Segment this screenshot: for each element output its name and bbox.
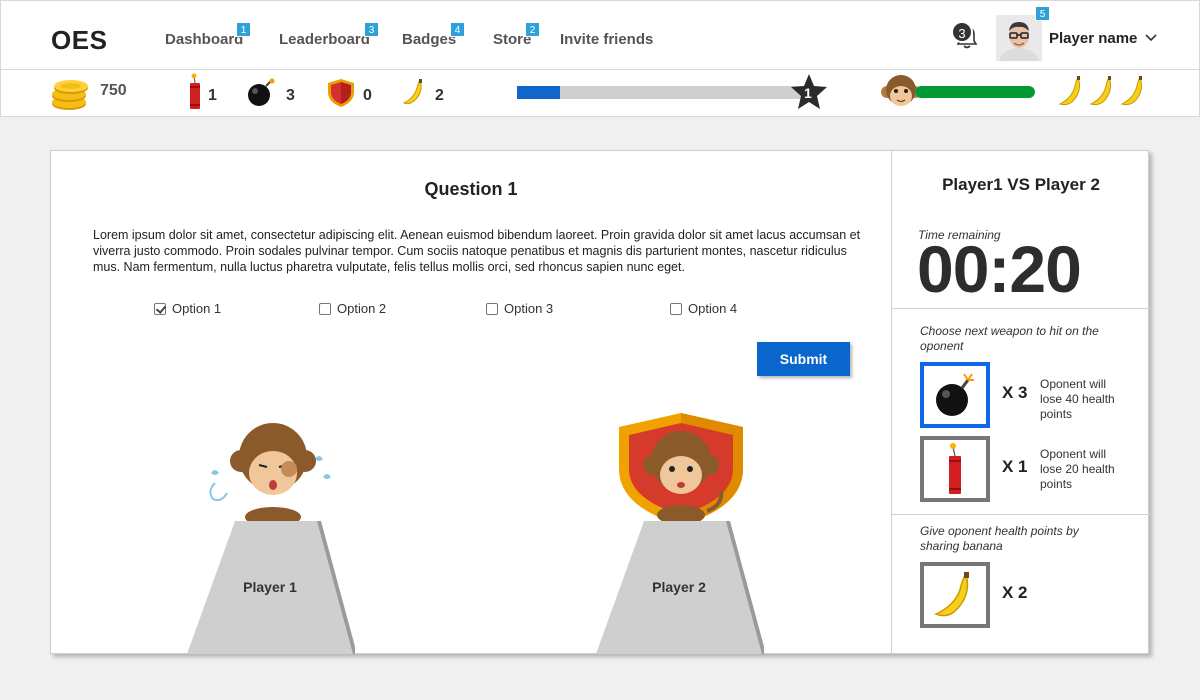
xp-progress-bar xyxy=(517,86,805,99)
nav-badges[interactable]: Badges xyxy=(402,31,456,48)
nav-leaderboard[interactable]: Leaderboard xyxy=(279,31,370,48)
avatar[interactable] xyxy=(996,15,1042,61)
annotation-badge: 2 xyxy=(525,22,540,37)
app-logo[interactable]: OES xyxy=(51,25,107,56)
player-1-pedestal: Player 1 xyxy=(185,521,357,654)
player-2-label: Player 2 xyxy=(652,579,706,595)
notification-count: 3 xyxy=(951,21,973,43)
checkbox[interactable] xyxy=(670,302,682,315)
banana-multiplier: X 2 xyxy=(1002,583,1028,602)
banana-life-icon xyxy=(1058,75,1080,106)
banana-icon xyxy=(934,572,969,617)
nav-invite-friends[interactable]: Invite friends xyxy=(560,31,653,48)
dynamite-multiplier: X 1 xyxy=(1002,457,1028,476)
option-label: Option 3 xyxy=(504,301,554,316)
question-text: Lorem ipsum dolor sit amet, consectetur … xyxy=(93,228,861,274)
shield-icon xyxy=(328,79,354,107)
player-2-pedestal: Player 2 xyxy=(594,521,766,654)
option-2-checkbox[interactable]: Option 2 xyxy=(319,301,386,316)
banana-count: 2 xyxy=(435,87,444,104)
banana-lives xyxy=(1058,75,1147,107)
avatar-photo-icon xyxy=(996,15,1042,61)
annotation-badge: 1 xyxy=(236,22,251,37)
chevron-down-icon xyxy=(1144,34,1157,42)
dynamite-icon xyxy=(949,443,961,494)
divider xyxy=(892,514,1150,515)
annotation-badge: 4 xyxy=(450,22,465,37)
coins-count: 750 xyxy=(100,82,127,99)
dynamite-count: 1 xyxy=(208,87,217,104)
player-name: Player name xyxy=(1049,30,1138,47)
checkbox[interactable] xyxy=(486,302,498,315)
xp-progress-fill xyxy=(517,86,561,99)
dynamite-icon xyxy=(190,73,200,109)
option-3-checkbox[interactable]: Option 3 xyxy=(486,301,553,316)
battle-card: Question 1 Lorem ipsum dolor sit amet, c… xyxy=(50,150,1150,654)
health-bar-fill xyxy=(915,86,1035,98)
option-4-checkbox[interactable]: Option 4 xyxy=(670,301,737,316)
checkbox[interactable] xyxy=(154,302,166,315)
option-label: Option 4 xyxy=(688,301,738,316)
dynamite-description: Oponent will lose 20 health points xyxy=(1040,447,1115,491)
coins-icon xyxy=(52,80,88,110)
submit-button[interactable]: Submit xyxy=(757,342,850,376)
checkbox[interactable] xyxy=(319,302,331,315)
player-name-menu[interactable]: Player name xyxy=(1049,30,1157,47)
level-number: 1 xyxy=(804,85,812,101)
option-1-checkbox[interactable]: Option 1 xyxy=(154,301,221,316)
shield-count: 0 xyxy=(363,87,372,104)
banana-share-button[interactable] xyxy=(920,562,990,628)
banana-life-icon xyxy=(1120,75,1142,106)
bomb-icon xyxy=(936,373,974,416)
match-title: Player1 VS Player 2 xyxy=(942,175,1100,194)
health-bar xyxy=(915,86,1035,98)
share-prompt: Give oponent health points by sharing ba… xyxy=(920,524,1079,553)
bomb-count: 3 xyxy=(286,87,295,104)
bomb-weapon-button[interactable] xyxy=(920,362,990,428)
banana-life-icon xyxy=(1089,75,1111,106)
annotation-badge: 3 xyxy=(364,22,379,37)
bomb-description: Oponent will lose 40 health points xyxy=(1040,377,1115,421)
annotation-badge: 5 xyxy=(1035,6,1050,21)
player-1-label: Player 1 xyxy=(243,579,297,595)
stats-bar: 750 1 3 0 2 1 xyxy=(0,70,1200,117)
panel-divider xyxy=(891,151,892,654)
top-navbar: OES Dashboard 1 Leaderboard 3 Badges 4 S… xyxy=(0,0,1200,70)
question-title: Question 1 xyxy=(424,179,518,199)
player-2-shielded-monkey-icon xyxy=(619,413,743,525)
option-label: Option 2 xyxy=(337,301,387,316)
weapon-prompt: Choose next weapon to hit on the oponent xyxy=(920,324,1099,353)
banana-icon xyxy=(402,78,422,105)
bomb-multiplier: X 3 xyxy=(1002,383,1028,402)
divider xyxy=(892,308,1150,309)
nav-dashboard[interactable]: Dashboard xyxy=(165,31,243,48)
countdown-timer: 00:20 xyxy=(917,232,1082,306)
option-label: Option 1 xyxy=(172,301,222,316)
player-1-monkey-icon xyxy=(209,423,331,523)
dynamite-weapon-button[interactable] xyxy=(920,436,990,502)
bomb-icon xyxy=(248,78,275,106)
